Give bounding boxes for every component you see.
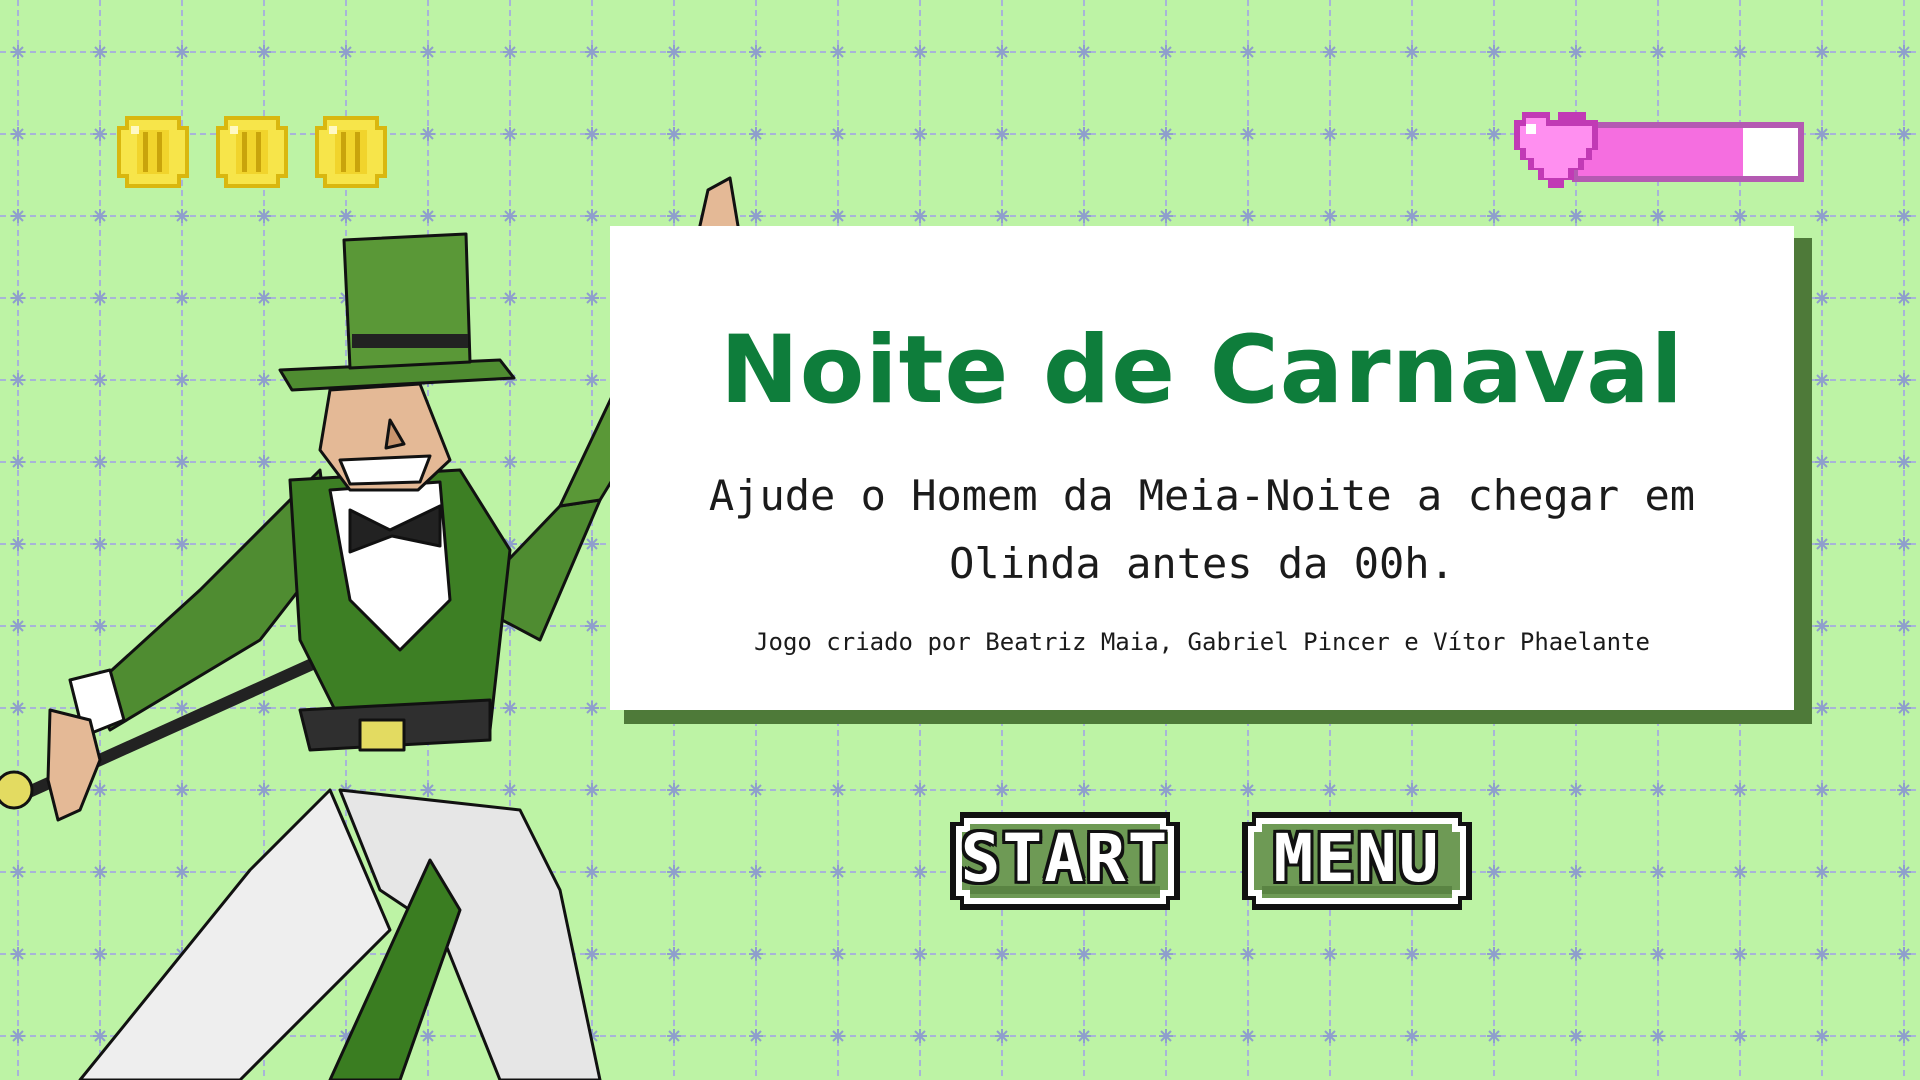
start-button[interactable]: START <box>950 812 1180 910</box>
health-fill <box>1578 128 1743 176</box>
game-title: Noite de Carnaval <box>720 316 1684 425</box>
game-credits: Jogo criado por Beatriz Maia, Gabriel Pi… <box>754 628 1650 656</box>
start-button-label: START <box>960 819 1170 897</box>
title-card: Noite de Carnaval Ajude o Homem da Meia-… <box>610 226 1794 710</box>
game-subtitle: Ajude o Homem da Meia-Noite a chegar em … <box>708 471 1696 588</box>
menu-button[interactable]: MENU <box>1242 812 1472 910</box>
health-bar <box>1512 104 1812 200</box>
menu-button-label: MENU <box>1273 819 1441 897</box>
